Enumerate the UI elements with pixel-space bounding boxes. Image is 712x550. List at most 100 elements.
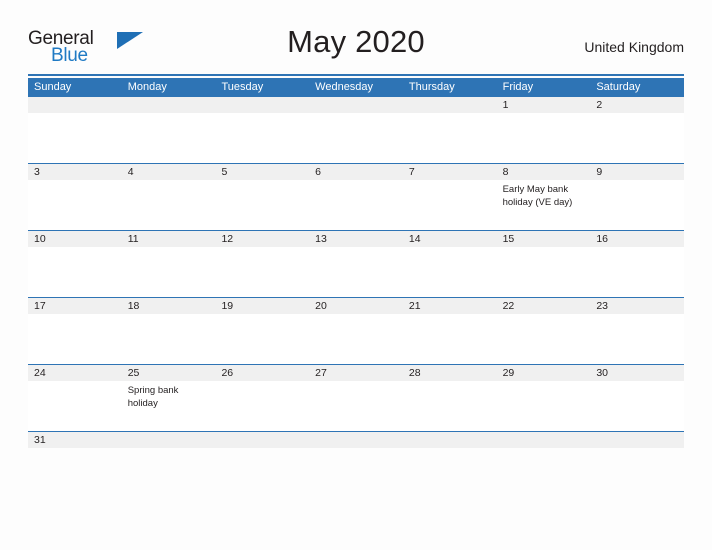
date-cell[interactable]: 8 (497, 164, 591, 180)
date-cell[interactable]: 5 (215, 164, 309, 180)
event-cell (28, 314, 122, 364)
date-cell[interactable] (590, 432, 684, 448)
date-cell[interactable]: 28 (403, 365, 497, 381)
date-cell[interactable]: 13 (309, 231, 403, 247)
date-cell[interactable] (122, 432, 216, 448)
week-row: 31 (28, 431, 684, 448)
date-cell[interactable] (403, 432, 497, 448)
date-cell[interactable]: 31 (28, 432, 122, 448)
date-cell[interactable]: 22 (497, 298, 591, 314)
date-cell[interactable] (497, 432, 591, 448)
event-cell (403, 314, 497, 364)
month-calendar: Sunday Monday Tuesday Wednesday Thursday… (28, 78, 684, 448)
event-cell (497, 314, 591, 364)
date-cell[interactable] (309, 432, 403, 448)
event-cell (403, 113, 497, 163)
event-cell (497, 247, 591, 297)
week-date-band: 3 4 5 6 7 8 9 (28, 164, 684, 180)
event-cell (215, 180, 309, 230)
date-cell[interactable]: 24 (28, 365, 122, 381)
date-cell[interactable]: 14 (403, 231, 497, 247)
week-event-band: Spring bank holiday (28, 381, 684, 431)
event-cell (309, 247, 403, 297)
event-cell (590, 247, 684, 297)
event-cell (28, 113, 122, 163)
week-event-band: Early May bank holiday (VE day) (28, 180, 684, 230)
event-cell (122, 180, 216, 230)
date-cell[interactable] (28, 97, 122, 113)
date-cell[interactable]: 7 (403, 164, 497, 180)
week-date-band: 31 (28, 432, 684, 448)
date-cell[interactable]: 23 (590, 298, 684, 314)
event-cell (590, 113, 684, 163)
date-cell[interactable]: 11 (122, 231, 216, 247)
date-cell[interactable]: 4 (122, 164, 216, 180)
day-of-week-header: Sunday Monday Tuesday Wednesday Thursday… (28, 78, 684, 96)
date-cell[interactable]: 30 (590, 365, 684, 381)
page-header: General Blue May 2020 United Kingdom (28, 22, 684, 72)
date-cell[interactable]: 20 (309, 298, 403, 314)
date-cell[interactable]: 15 (497, 231, 591, 247)
event-cell (28, 381, 122, 431)
date-cell[interactable]: 17 (28, 298, 122, 314)
event-cell (590, 180, 684, 230)
week-event-band (28, 113, 684, 163)
date-cell[interactable]: 21 (403, 298, 497, 314)
event-cell (497, 381, 591, 431)
calendar-page: General Blue May 2020 United Kingdom Sun… (0, 0, 712, 550)
event-cell (309, 381, 403, 431)
date-cell[interactable]: 25 (122, 365, 216, 381)
week-row: 1 2 (28, 96, 684, 163)
date-cell[interactable]: 18 (122, 298, 216, 314)
date-cell[interactable]: 9 (590, 164, 684, 180)
event-cell (590, 314, 684, 364)
day-of-week-sunday: Sunday (34, 81, 72, 93)
date-cell[interactable]: 2 (590, 97, 684, 113)
week-row: 10 11 12 13 14 15 16 (28, 230, 684, 297)
event-cell (309, 113, 403, 163)
week-event-band (28, 247, 684, 297)
week-date-band: 17 18 19 20 21 22 23 (28, 298, 684, 314)
date-cell[interactable]: 16 (590, 231, 684, 247)
event-cell (122, 314, 216, 364)
date-cell[interactable]: 29 (497, 365, 591, 381)
event-cell (28, 180, 122, 230)
date-cell[interactable] (309, 97, 403, 113)
date-cell[interactable] (215, 97, 309, 113)
event-cell-holiday: Early May bank holiday (VE day) (502, 184, 573, 208)
date-cell[interactable]: 27 (309, 365, 403, 381)
date-cell[interactable]: 19 (215, 298, 309, 314)
day-of-week-wednesday: Wednesday (315, 81, 374, 93)
event-cell (215, 381, 309, 431)
week-event-band (28, 314, 684, 364)
event-cell-holiday: Spring bank holiday (127, 385, 179, 409)
country-label: United Kingdom (584, 39, 684, 55)
event-cell (215, 247, 309, 297)
week-date-band: 10 11 12 13 14 15 16 (28, 231, 684, 247)
week-row: 3 4 5 6 7 8 9 Early May bank holiday (VE… (28, 163, 684, 230)
header-divider (28, 74, 684, 76)
event-cell (590, 381, 684, 431)
day-of-week-thursday: Thursday (408, 81, 455, 93)
date-cell[interactable]: 26 (215, 365, 309, 381)
event-cell (403, 247, 497, 297)
event-cell (309, 314, 403, 364)
day-of-week-tuesday: Tuesday (221, 81, 264, 93)
day-of-week-friday: Friday (502, 81, 534, 93)
date-cell[interactable] (403, 97, 497, 113)
date-cell[interactable] (122, 97, 216, 113)
week-row: 17 18 19 20 21 22 23 (28, 297, 684, 364)
week-date-band: 24 25 26 27 28 29 30 (28, 365, 684, 381)
date-cell[interactable]: 12 (215, 231, 309, 247)
event-cell (122, 247, 216, 297)
date-cell[interactable] (215, 432, 309, 448)
event-cell (497, 113, 591, 163)
event-cell (215, 113, 309, 163)
event-cell (403, 180, 497, 230)
event-cell (122, 113, 216, 163)
date-cell[interactable]: 10 (28, 231, 122, 247)
date-cell[interactable]: 6 (309, 164, 403, 180)
date-cell[interactable]: 1 (497, 97, 591, 113)
date-cell[interactable]: 3 (28, 164, 122, 180)
event-cell (28, 247, 122, 297)
